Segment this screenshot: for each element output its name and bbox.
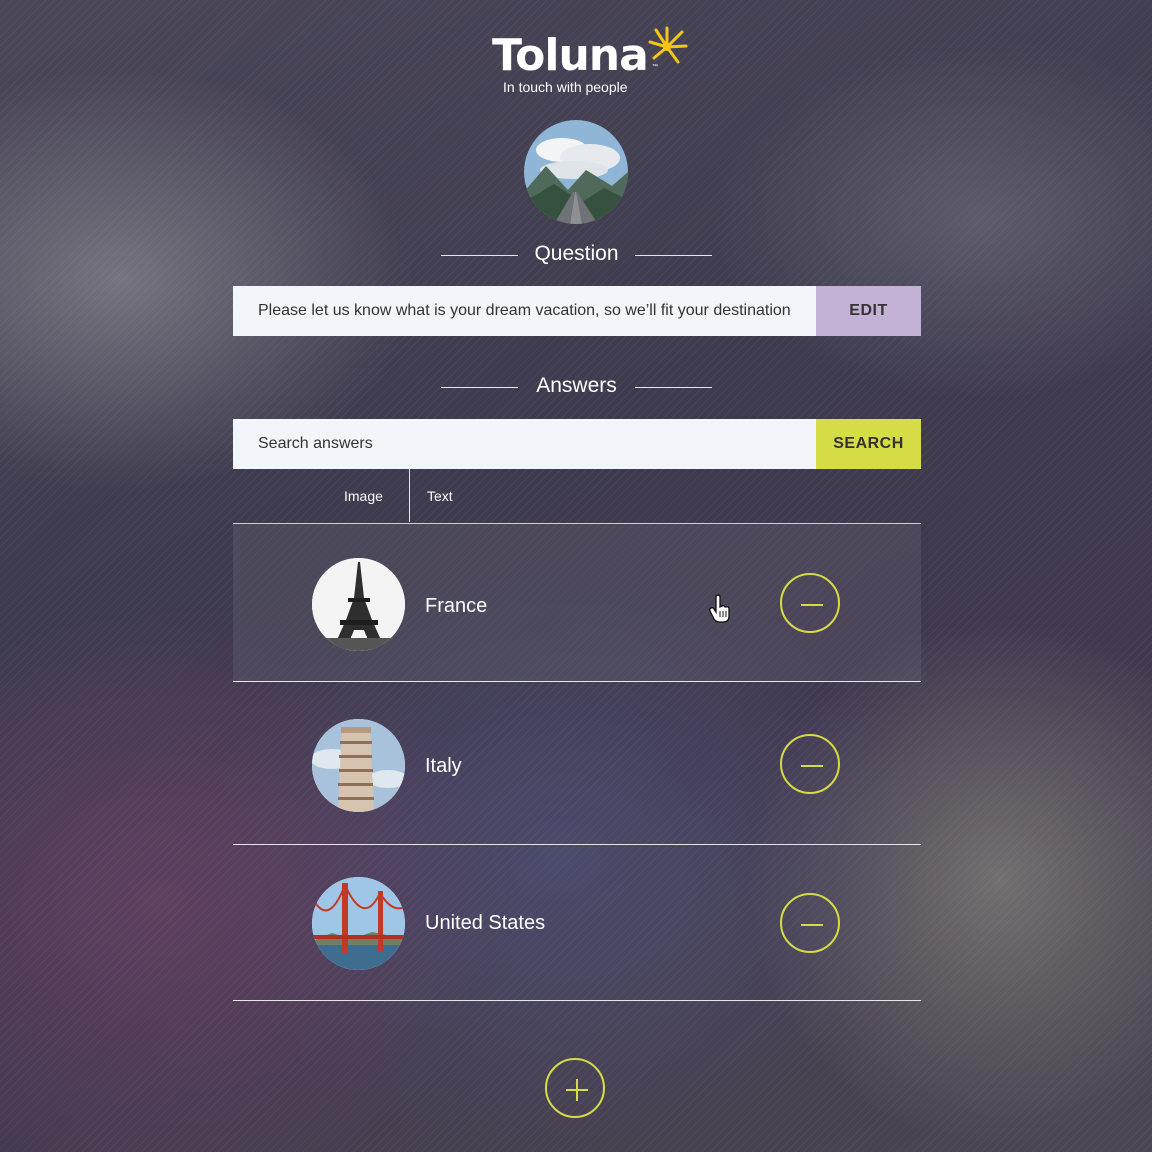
- toluna-logo: Toluna ™ In touch with people: [480, 24, 700, 99]
- add-answer-button[interactable]: [545, 1058, 605, 1118]
- answer-row-united-states[interactable]: United States: [233, 845, 921, 1001]
- answer-label-france: France: [425, 595, 488, 617]
- tab-text[interactable]: Text: [427, 488, 453, 504]
- remove-answer-button[interactable]: [780, 734, 840, 794]
- tab-divider: [409, 469, 410, 522]
- answer-row-france[interactable]: France: [233, 523, 921, 682]
- answer-label-italy: Italy: [425, 755, 462, 777]
- question-bar: Please let us know what is your dream va…: [233, 286, 921, 336]
- edit-button[interactable]: EDIT: [816, 286, 921, 336]
- divider-line: [635, 255, 712, 256]
- question-text: Please let us know what is your dream va…: [233, 286, 816, 336]
- remove-answer-button[interactable]: [780, 573, 840, 633]
- logo-tagline: In touch with people: [503, 79, 628, 95]
- search-bar: SEARCH: [233, 419, 921, 469]
- divider-line: [635, 387, 712, 388]
- answer-row-italy[interactable]: Italy: [233, 682, 921, 845]
- answers-heading-label: Answers: [536, 374, 617, 397]
- answer-label-united-states: United States: [425, 912, 546, 934]
- question-heading: Question: [441, 240, 712, 270]
- answers-heading: Answers: [441, 372, 712, 402]
- leaning-tower-of-pisa-photo-icon: [312, 719, 405, 812]
- answer-view-tabs: Image Text: [233, 469, 921, 524]
- answer-image-italy: [312, 719, 405, 812]
- answers-editor-page: Toluna ™ In touch with people Question P…: [0, 0, 1152, 1152]
- search-button[interactable]: SEARCH: [816, 419, 921, 469]
- tab-image[interactable]: Image: [344, 488, 383, 504]
- mountain-road-photo-icon: [524, 120, 628, 224]
- logo-wordmark: Toluna: [492, 30, 649, 81]
- hand-cursor-icon: [709, 594, 730, 623]
- question-heading-label: Question: [534, 242, 619, 265]
- question-image[interactable]: [524, 120, 628, 224]
- starburst-icon: [648, 26, 688, 64]
- golden-gate-bridge-photo-icon: [312, 877, 405, 970]
- answer-image-france: [312, 558, 405, 651]
- eiffel-tower-photo-icon: [312, 558, 405, 651]
- answer-image-united-states: [312, 877, 405, 970]
- remove-answer-button[interactable]: [780, 893, 840, 953]
- search-input[interactable]: [233, 419, 816, 469]
